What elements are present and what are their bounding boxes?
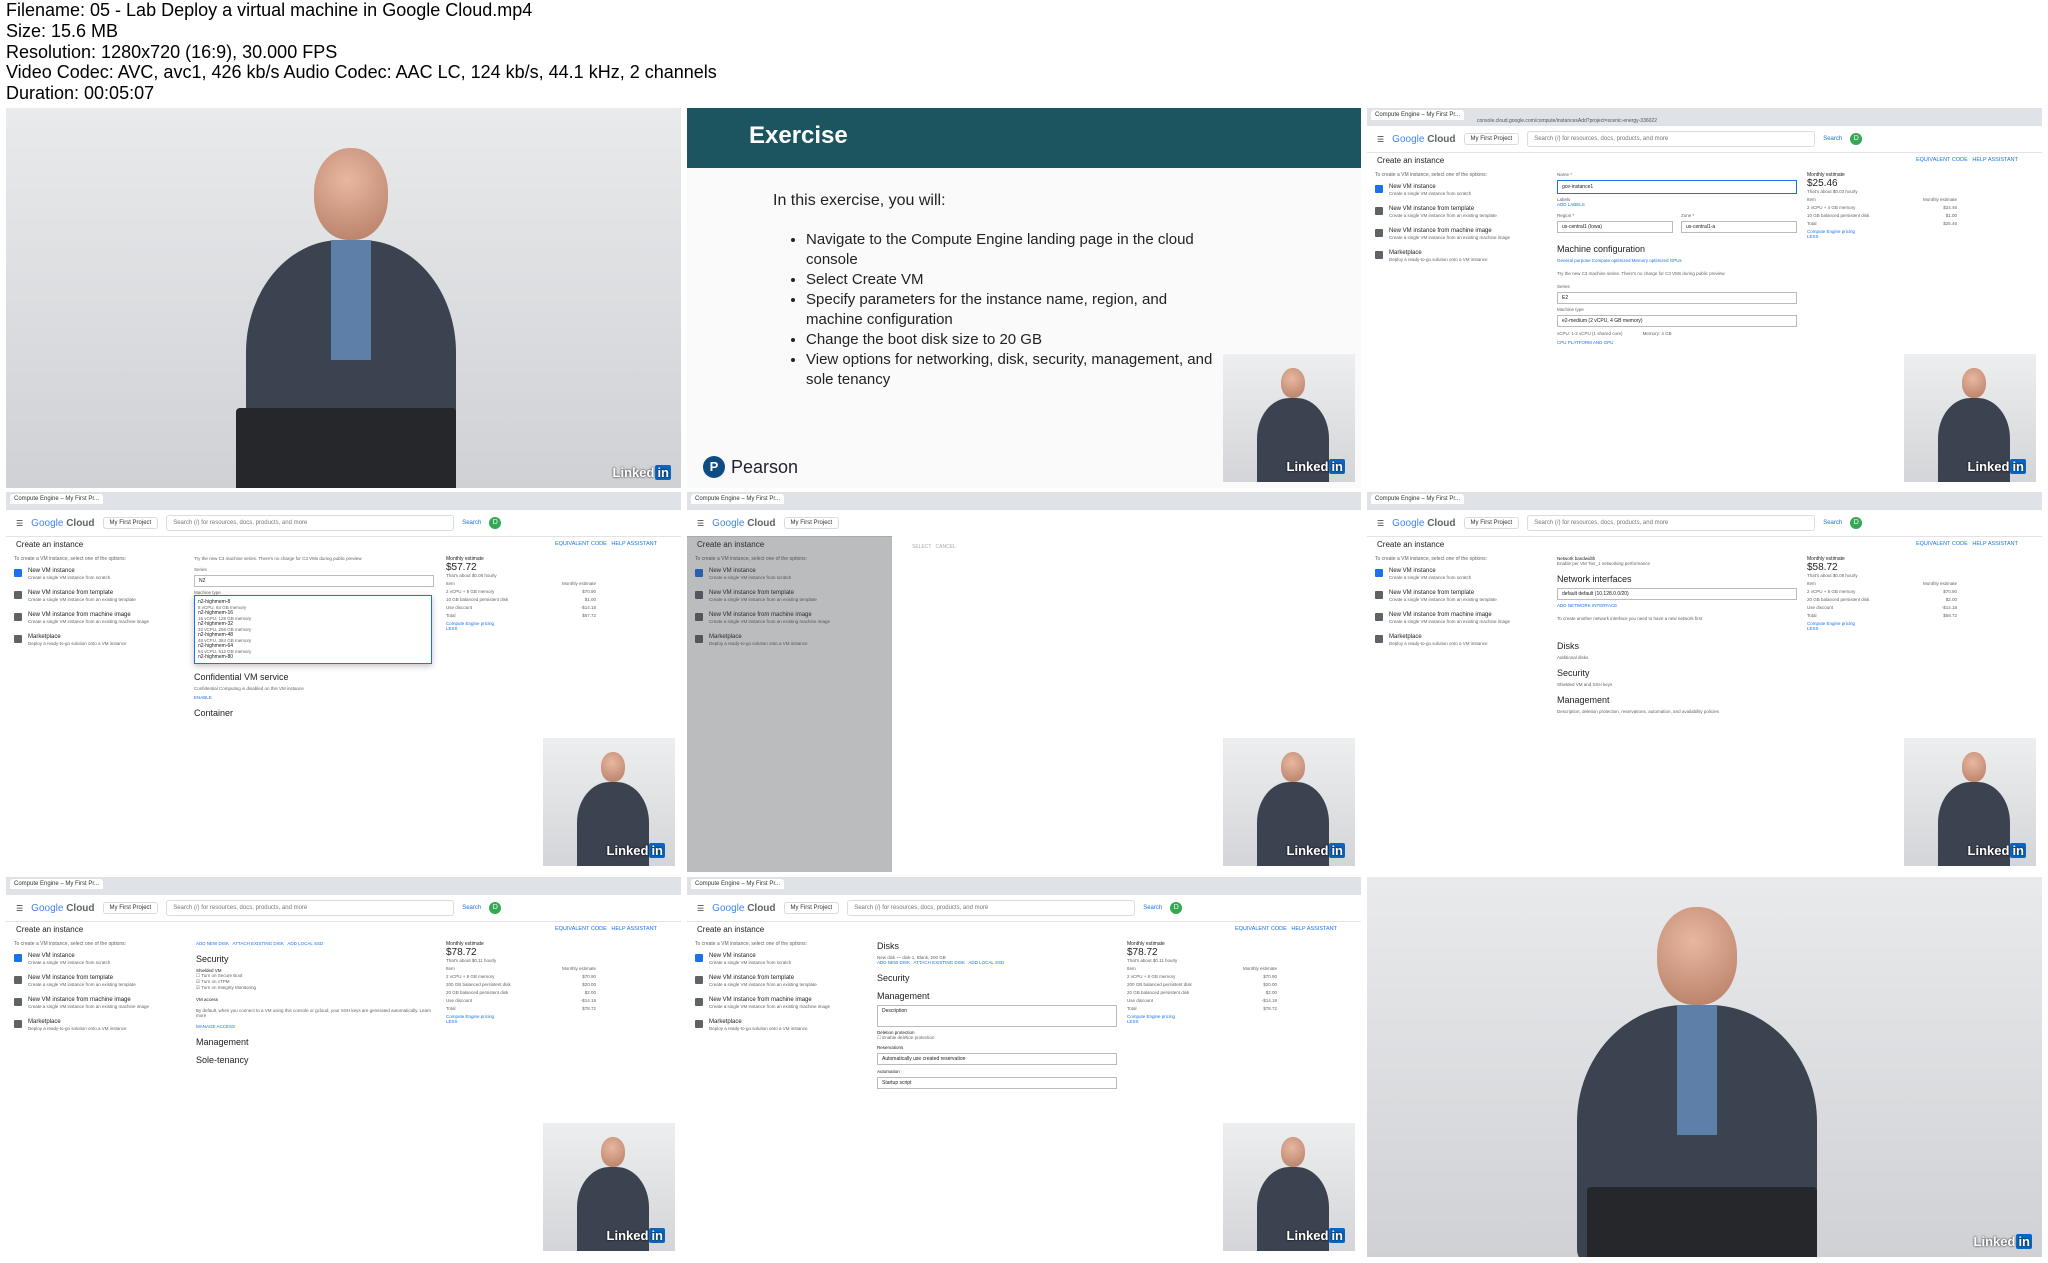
search-input[interactable]: Search (/) for resources, docs, products… (1527, 131, 1816, 147)
slide-intro: In this exercise, you will: (773, 192, 946, 209)
thumbnail-boot-disk-panel: Compute Engine – My First Pr... ☰ Google… (687, 492, 1361, 872)
exercise-item: Change the boot disk size to 20 GB (806, 330, 1226, 350)
option-template[interactable]: New VM instance from template Create a si… (1375, 206, 1545, 218)
thumbnail-presenter-1: Linked in (6, 108, 681, 488)
thumbnail-security: Compute Engine – My First Pr... ☰ Google… (6, 877, 681, 1257)
file-codec: Video Codec: AVC, avc1, 426 kb/s Audio C… (6, 62, 717, 83)
cancel-button[interactable]: CANCEL (936, 544, 956, 550)
thumbnail-exercise-slide: Exercise In this exercise, you will: Nav… (687, 108, 1361, 488)
file-duration: Duration: 00:05:07 (6, 83, 155, 104)
menu-icon: ☰ (1377, 134, 1385, 144)
laptop (1587, 1187, 1817, 1257)
pearson-logo: P Pearson (703, 456, 798, 478)
linkedin-learning-watermark: Linked in (612, 465, 671, 480)
thumbnail-presenter-2: Linked in (1367, 877, 2042, 1257)
search-button[interactable]: Search (1823, 136, 1842, 142)
thumbnail-networking: Compute Engine – My First Pr... ☰ Google… (1367, 492, 2042, 872)
exercise-item: View options for networking, disk, secur… (806, 350, 1226, 390)
header-links[interactable]: EQUIVALENT CODE HELP ASSISTANT (1916, 157, 2018, 163)
project-picker[interactable]: My First Project (1463, 133, 1520, 145)
name-input[interactable]: gce-instance1 (1557, 180, 1797, 194)
exercise-list: Navigate to the Compute Engine landing p… (792, 230, 1226, 390)
exercise-item: Specify parameters for the instance name… (806, 290, 1226, 330)
monthly-cost: $25.46 (1807, 178, 1838, 189)
presenter-inset: Linked in (1223, 354, 1355, 482)
option-new-vm[interactable]: New VM instance Create a single VM instan… (1375, 184, 1545, 196)
slide-title: Exercise (687, 108, 1361, 168)
select-button[interactable]: SELECT (912, 544, 931, 550)
zone-select[interactable]: us-central1-a (1681, 221, 1797, 233)
region-select[interactable]: us-central1 (Iowa) (1557, 221, 1673, 233)
option-marketplace[interactable]: Marketplace Deploy a ready-to-go solution… (1375, 250, 1545, 262)
presenter-inset: Linked in (1904, 354, 2036, 482)
thumbnail-management: Compute Engine – My First Pr... ☰ Google… (687, 877, 1361, 1257)
avatar[interactable]: D (1850, 133, 1863, 145)
option-machine-image[interactable]: New VM instance from machine image Create… (1375, 228, 1545, 240)
browser-bar: Compute Engine – My First Pr... console.c… (1367, 108, 2042, 127)
file-name: Filename: 05 - Lab Deploy a virtual mach… (6, 0, 533, 20)
exercise-item: Select Create VM (806, 270, 1226, 290)
page-title: Create an instance (1377, 156, 1445, 165)
google-cloud-logo: Google Cloud (1392, 133, 1456, 145)
create-options: To create a VM instance, select one of t… (1375, 172, 1545, 272)
file-info: Filename: 05 - Lab Deploy a virtual mach… (6, 0, 717, 104)
exercise-item: Navigate to the Compute Engine landing p… (806, 230, 1226, 270)
instance-form: Name * gce-instance1 Labels ADD LABELS R… (1557, 172, 1797, 345)
series-select[interactable]: E2 (1557, 292, 1797, 304)
machine-type-dropdown[interactable]: n2-highmem-8 8 vCPU, 64 GB memory n2-high… (194, 595, 432, 664)
machine-type-select[interactable]: e2-medium (2 vCPU, 4 GB memory) (1557, 315, 1797, 327)
thumbnail-machine-type-dropdown: Compute Engine – My First Pr... ☰ Google… (6, 492, 681, 872)
console-topbar: ☰ Google Cloud My First Project Search (… (1367, 126, 2042, 153)
file-resolution: Resolution: 1280x720 (16:9), 30.000 FPS (6, 41, 338, 62)
cost-panel: Monthly estimate $25.46 That's about $0.… (1807, 172, 1957, 239)
file-size: Size: 15.6 MB (6, 20, 119, 41)
laptop (236, 408, 456, 488)
thumbnail-console-create-instance: Compute Engine – My First Pr... console.c… (1367, 108, 2042, 488)
menu-icon: ☰ (16, 518, 24, 528)
